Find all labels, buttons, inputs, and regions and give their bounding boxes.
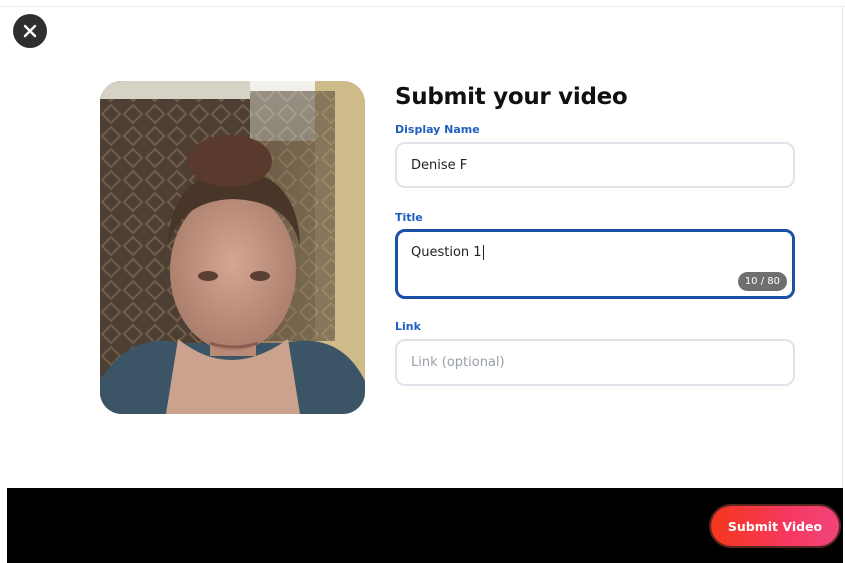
- display-name-input[interactable]: Denise F: [395, 142, 795, 188]
- title-value: Question 1: [411, 245, 482, 260]
- character-counter: 10 / 80: [737, 272, 787, 291]
- right-divider: [842, 6, 843, 488]
- display-name-label: Display Name: [395, 123, 480, 136]
- webcam-preview: [100, 81, 365, 414]
- modal-title: Submit your video: [395, 84, 628, 110]
- submit-video-button[interactable]: Submit Video: [711, 506, 839, 546]
- footer-bar: Submit Video: [7, 488, 843, 563]
- top-divider: [0, 6, 845, 7]
- text-caret: [482, 245, 484, 260]
- link-input[interactable]: Link (optional): [395, 339, 795, 386]
- title-label: Title: [395, 211, 423, 224]
- close-icon: [23, 24, 37, 38]
- display-name-value: Denise F: [411, 157, 468, 173]
- link-placeholder: Link (optional): [411, 355, 505, 370]
- submit-video-modal: Submit your video Display Name Denise F …: [0, 0, 845, 563]
- close-button[interactable]: [13, 14, 47, 48]
- title-input[interactable]: Question 1 10 / 80: [395, 229, 795, 299]
- link-label: Link: [395, 320, 421, 333]
